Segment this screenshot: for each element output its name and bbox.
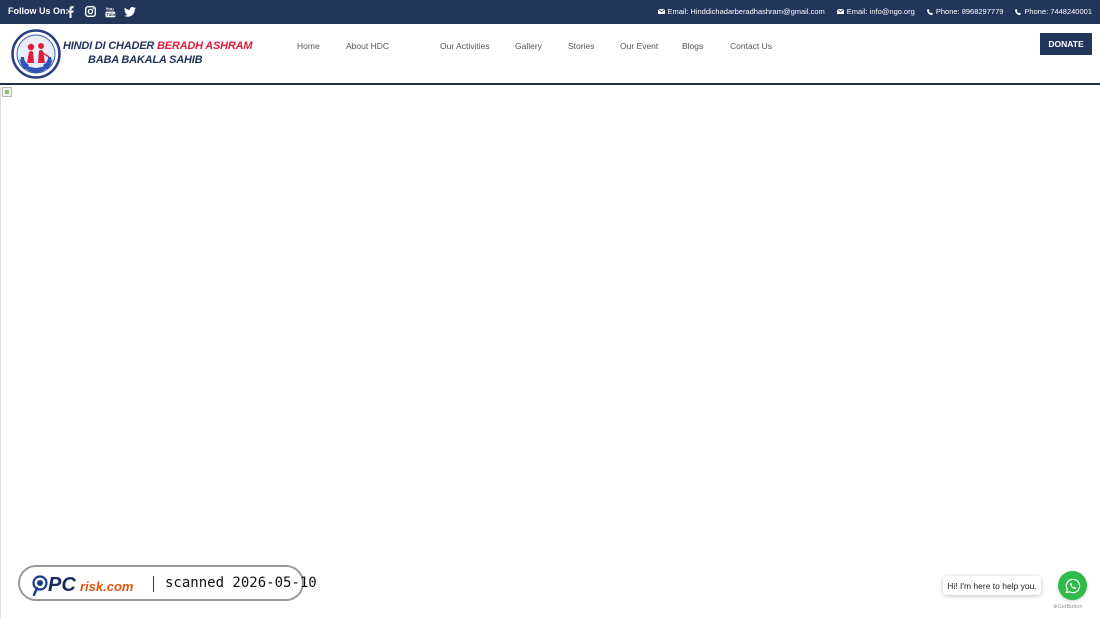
- envelope-icon: [836, 9, 844, 14]
- nav-about-hdc[interactable]: About HDC: [346, 41, 389, 51]
- main-nav: Home About HDC Our Activities Gallery St…: [0, 41, 1100, 55]
- twitter-icon[interactable]: [124, 5, 136, 18]
- facebook-icon[interactable]: [64, 5, 76, 18]
- watermark-separator: [153, 576, 154, 592]
- nav-gallery[interactable]: Gallery: [515, 41, 542, 51]
- getbutton-credit-text: GetButton: [1057, 604, 1083, 610]
- broken-image-icon: [2, 87, 12, 97]
- contact-info: Email: Hinddichadarberadhashram@gmail.co…: [657, 7, 1092, 16]
- pcrisk-logo: PC risk.com: [32, 574, 134, 596]
- contact-email-2[interactable]: Email: info@ngo.org: [836, 7, 915, 16]
- nav-blogs[interactable]: Blogs: [682, 41, 703, 51]
- phone-icon: [1015, 8, 1022, 15]
- watermark-scan-text: scanned 2026-05-10: [165, 575, 317, 591]
- contact-phone-2[interactable]: Phone: 7448240001: [1015, 7, 1092, 16]
- contact-phone-1-text: Phone: 8968297779: [935, 7, 1004, 16]
- svg-text:Tube: Tube: [106, 12, 116, 17]
- whatsapp-icon: [1064, 578, 1080, 594]
- envelope-icon: [657, 9, 665, 14]
- site-header: HINDI DI CHADER BERADH ASHRAM BABA BAKAL…: [0, 24, 1100, 85]
- youtube-icon[interactable]: You Tube: [104, 5, 116, 18]
- pcrisk-logo-rest: risk.com: [80, 579, 134, 594]
- pcrisk-logo-pc: PC: [48, 574, 76, 596]
- top-bar: Follow Us On: You Tube Email: Hinddichada…: [0, 0, 1100, 24]
- donate-button[interactable]: DONATE: [1040, 33, 1092, 55]
- contact-phone-1[interactable]: Phone: 8968297779: [926, 7, 1004, 16]
- nav-our-event[interactable]: Our Event: [620, 41, 658, 51]
- contact-email-1-text: Email: Hinddichadarberadhashram@gmail.co…: [667, 7, 825, 16]
- nav-stories[interactable]: Stories: [568, 41, 594, 51]
- phone-icon: [926, 8, 933, 15]
- contact-email-1[interactable]: Email: Hinddichadarberadhashram@gmail.co…: [657, 7, 825, 16]
- nav-home[interactable]: Home: [297, 41, 320, 51]
- contact-email-2-text: Email: info@ngo.org: [846, 7, 915, 16]
- contact-phone-2-text: Phone: 7448240001: [1024, 7, 1092, 16]
- main-content: [0, 86, 1100, 619]
- follow-us-label: Follow Us On:: [8, 6, 69, 16]
- getbutton-credit[interactable]: ⊕GetButton: [1053, 604, 1082, 610]
- social-links: You Tube: [64, 5, 136, 18]
- chat-greeting-bubble[interactable]: Hi! I'm here to help you.: [943, 576, 1041, 595]
- pcrisk-watermark: PC risk.com scanned 2026-05-10: [18, 565, 317, 601]
- instagram-icon[interactable]: [84, 5, 96, 18]
- whatsapp-chat-button[interactable]: [1058, 571, 1087, 600]
- brand-line-2: BABA BAKALA SAHIB: [88, 54, 203, 66]
- nav-our-activities[interactable]: Our Activities: [440, 41, 490, 51]
- svg-text:You: You: [105, 6, 114, 11]
- nav-contact-us[interactable]: Contact Us: [730, 41, 772, 51]
